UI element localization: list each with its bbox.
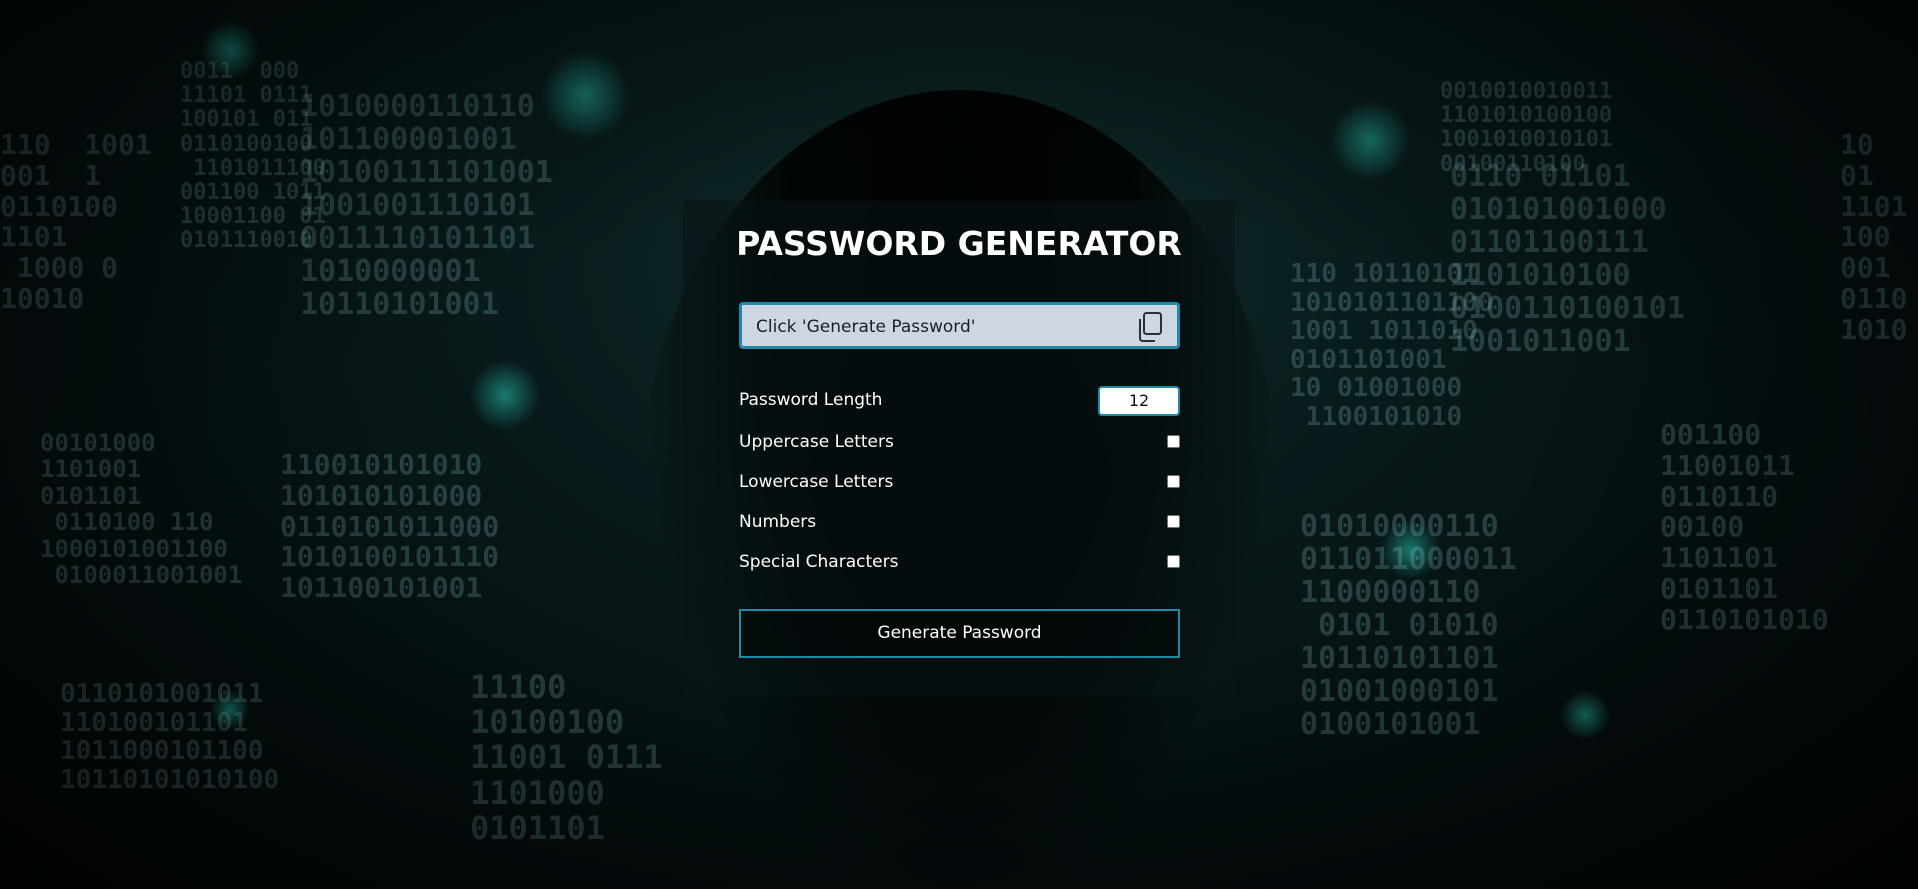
password-length-label: Password Length xyxy=(739,390,883,410)
password-length-row: Password Length 12 xyxy=(739,386,1180,416)
special-characters-label: Special Characters xyxy=(739,552,899,572)
copy-icon[interactable] xyxy=(1135,311,1165,343)
lowercase-checkbox[interactable] xyxy=(1167,475,1180,488)
special-characters-checkbox[interactable] xyxy=(1167,555,1180,568)
generate-password-button[interactable]: Generate Password xyxy=(739,609,1180,658)
uppercase-label: Uppercase Letters xyxy=(739,432,894,452)
uppercase-row: Uppercase Letters xyxy=(739,428,1180,458)
special-characters-row: Special Characters xyxy=(739,548,1180,578)
password-output-text: Click 'Generate Password' xyxy=(756,317,976,337)
page-title: PASSWORD GENERATOR xyxy=(736,224,1182,263)
password-length-input[interactable]: 12 xyxy=(1098,386,1180,416)
numbers-checkbox[interactable] xyxy=(1167,515,1180,528)
lowercase-row: Lowercase Letters xyxy=(739,468,1180,498)
password-output-field[interactable]: Click 'Generate Password' xyxy=(739,302,1180,349)
numbers-label: Numbers xyxy=(739,512,817,532)
lowercase-label: Lowercase Letters xyxy=(739,472,894,492)
uppercase-checkbox[interactable] xyxy=(1167,435,1180,448)
numbers-row: Numbers xyxy=(739,508,1180,538)
